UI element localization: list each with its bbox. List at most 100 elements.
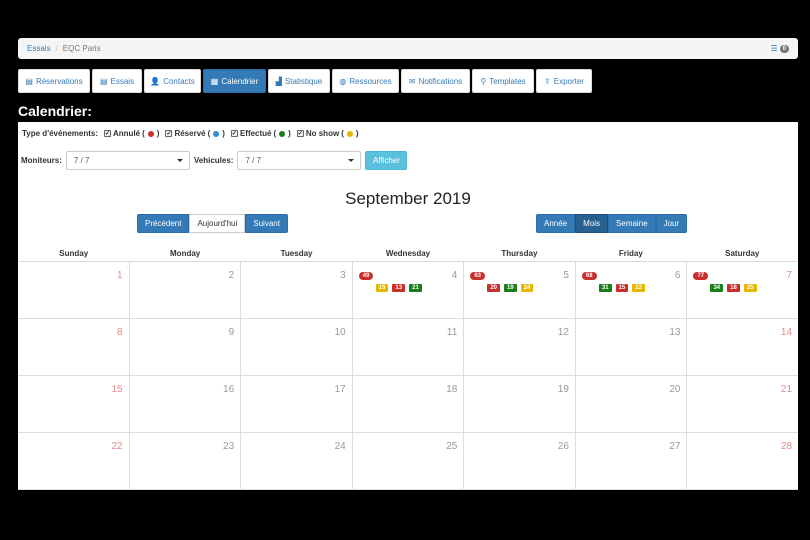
event-count-effectue[interactable]: 34 (710, 284, 724, 292)
tab-label: Essais (110, 76, 135, 86)
event-count-annule[interactable]: 20 (487, 284, 500, 292)
event-count-annule[interactable]: 13 (392, 284, 406, 292)
event-type-effectue[interactable]: ✓ Effectué () (230, 129, 291, 138)
breadcrumb-link-essais[interactable]: Essais (27, 44, 51, 53)
paren-close: ) (288, 129, 291, 138)
view-year-button[interactable]: Année (536, 214, 576, 233)
day-number: 7 (786, 270, 793, 281)
calendar-day[interactable]: 18 (353, 376, 465, 432)
calendar-day[interactable]: 27 (576, 433, 688, 489)
calendar-day[interactable]: 8 (18, 319, 130, 375)
day-total-badge[interactable]: 63 (470, 272, 485, 280)
calendar-day[interactable]: 3 (241, 262, 353, 318)
calendar-day[interactable]: 25 (353, 433, 465, 489)
calendar-day[interactable]: 28 (687, 433, 798, 489)
previous-button[interactable]: Précédent (137, 214, 190, 233)
calendar-day[interactable]: 13 (576, 319, 688, 375)
event-count-noshow[interactable]: 15 (375, 284, 389, 292)
breadcrumb: Essais / EQC Paris ☰ 0 (18, 38, 798, 59)
notification-toggle[interactable]: ☰ 0 (770, 44, 789, 53)
day-number: 20 (669, 384, 681, 395)
calendar-day[interactable]: 24 (241, 433, 353, 489)
event-count-noshow[interactable]: 25 (743, 284, 757, 292)
navigation-buttons: Précédent Aujourd'hui Suivant (137, 214, 288, 233)
paren-open: ( (142, 129, 145, 138)
moniteurs-value: 7 / 7 (73, 156, 90, 165)
tab-ressources[interactable]: ◍ Ressources (332, 69, 399, 93)
next-button[interactable]: Suivant (245, 214, 288, 233)
calendar-day[interactable]: 2 (130, 262, 242, 318)
view-buttons: Année Mois Semaine Jour (536, 214, 688, 233)
event-count-annule[interactable]: 18 (727, 284, 740, 292)
tab-statistique[interactable]: ▟ Statistique (268, 69, 330, 93)
tab-exporter[interactable]: ⇪ Exporter (536, 69, 592, 93)
calendar-day[interactable]: 7 77 34 18 25 (687, 262, 798, 318)
tab-contacts[interactable]: 👤 Contacts (144, 69, 201, 93)
event-count-effectue[interactable]: 21 (409, 284, 422, 292)
event-badges: 34 18 25 (710, 284, 757, 292)
calendar-day[interactable]: 5 63 20 19 24 (464, 262, 576, 318)
list-icon: ▤ (99, 76, 108, 86)
calendar-day[interactable]: 4 49 15 13 21 (353, 262, 465, 318)
event-count-effectue[interactable]: 19 (504, 284, 517, 292)
calendar-day[interactable]: 16 (130, 376, 242, 432)
event-count-effectue[interactable]: 31 (598, 284, 612, 292)
day-number: 13 (669, 327, 681, 338)
calendar-week: 15 16 17 18 19 20 21 (18, 376, 798, 433)
tab-essais[interactable]: ▤ Essais (92, 69, 142, 93)
breadcrumb-current: EQC Paris (62, 44, 101, 53)
calendar-day[interactable]: 19 (464, 376, 576, 432)
calendar-day[interactable]: 12 (464, 319, 576, 375)
calendar-day[interactable]: 22 (18, 433, 130, 489)
tab-templates[interactable]: ⚲ Templates (472, 69, 534, 93)
vehicules-select[interactable]: 7 / 7 (237, 151, 362, 170)
day-total-badge[interactable]: 68 (581, 272, 597, 280)
afficher-button[interactable]: Afficher (365, 151, 408, 170)
day-number: 15 (111, 384, 123, 395)
calendar-day[interactable]: 6 68 31 15 22 (576, 262, 688, 318)
envelope-icon: ✉ (408, 76, 416, 86)
tab-label: Ressources (349, 76, 392, 86)
view-month-button[interactable]: Mois (575, 214, 609, 233)
calendar-day[interactable]: 11 (353, 319, 465, 375)
weekday-wednesday: Wednesday (385, 249, 431, 258)
calendar-day[interactable]: 20 (576, 376, 688, 432)
checkbox-checked-icon[interactable]: ✓ (296, 130, 304, 137)
day-number: 5 (563, 270, 569, 281)
calendar-day[interactable]: 14 (687, 319, 798, 375)
event-count-noshow[interactable]: 22 (632, 284, 645, 292)
event-count-annule[interactable]: 15 (615, 284, 629, 292)
checkbox-checked-icon[interactable]: ✓ (165, 130, 173, 137)
view-week-button[interactable]: Semaine (608, 214, 656, 233)
calendar-day[interactable]: 17 (241, 376, 353, 432)
calendar-day[interactable]: 1 (18, 262, 130, 318)
weekday-sunday: Sunday (59, 249, 89, 258)
calendar-day[interactable]: 26 (464, 433, 576, 489)
day-number: 3 (340, 270, 346, 281)
calendar-day[interactable]: 10 (241, 319, 353, 375)
checkbox-checked-icon[interactable]: ✓ (104, 130, 111, 137)
tab-calendrier[interactable]: ▦ Calendrier (203, 69, 266, 93)
moniteurs-select[interactable]: 7 / 7 (65, 151, 190, 170)
day-total-badge[interactable]: 49 (358, 272, 374, 280)
day-number: 4 (451, 270, 458, 281)
calendar-day[interactable]: 21 (687, 376, 798, 432)
calendar-day[interactable]: 15 (18, 376, 130, 432)
today-button[interactable]: Aujourd'hui (189, 214, 246, 233)
calendar-day[interactable]: 23 (130, 433, 242, 489)
tab-notifications[interactable]: ✉ Notifications (401, 69, 470, 93)
view-day-button[interactable]: Jour (655, 214, 688, 233)
tab-label: Exporter (553, 76, 584, 86)
event-type-reserve[interactable]: ✓ Réservé () (165, 129, 225, 138)
event-type-label: Réservé (174, 129, 206, 138)
notification-badge: 0 (779, 44, 789, 53)
checkbox-checked-icon[interactable]: ✓ (230, 130, 238, 137)
calendar-day[interactable]: 9 (130, 319, 242, 375)
day-total-badge[interactable]: 77 (693, 272, 709, 280)
event-type-no-show[interactable]: ✓ No show () (296, 129, 359, 138)
event-count-noshow[interactable]: 24 (520, 284, 534, 292)
tab-reservations[interactable]: ▤ Réservations (18, 69, 90, 93)
day-number: 28 (780, 441, 793, 452)
event-type-annule[interactable]: ✓ Annulé () (104, 129, 159, 138)
paren-close: ) (355, 129, 359, 138)
